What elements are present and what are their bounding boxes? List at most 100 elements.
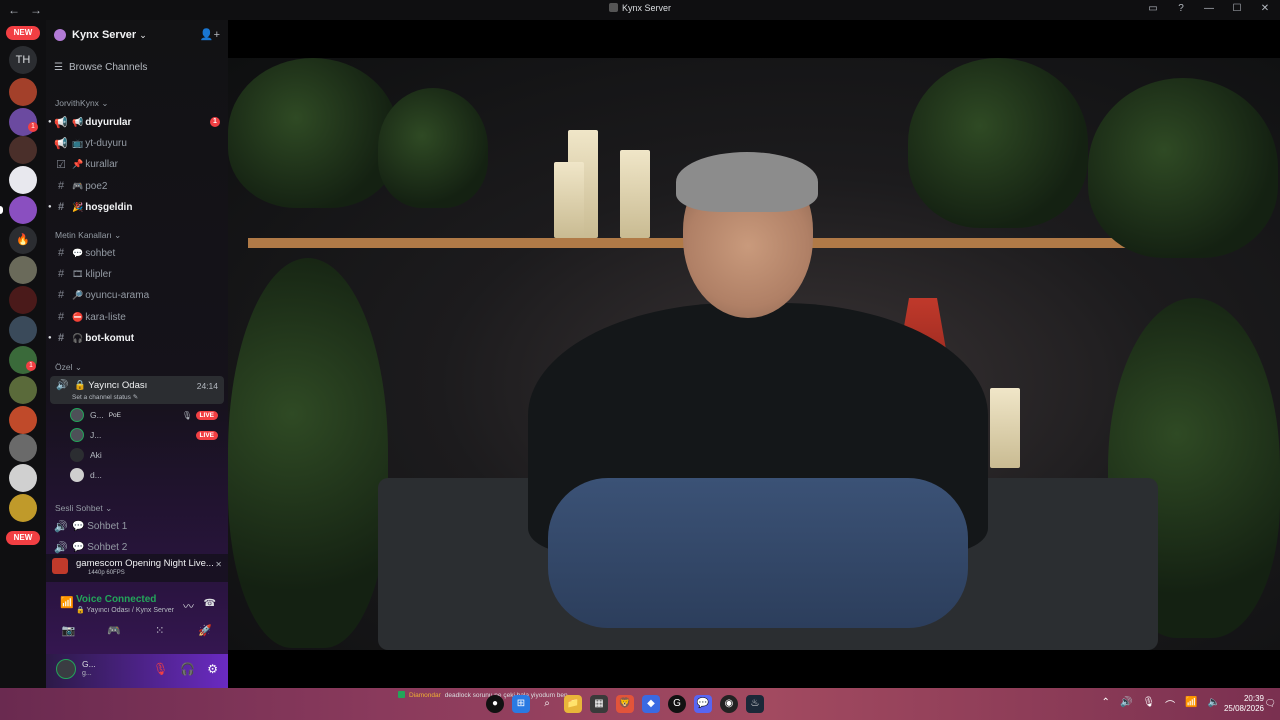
activity-tag: PoE: [108, 411, 121, 419]
volume-icon[interactable]: 🔊: [1120, 697, 1132, 712]
plant: [1088, 78, 1278, 258]
obs-icon[interactable]: ◉: [720, 695, 738, 713]
user-panel: G... g... 🎙 🎧 ⚙: [46, 654, 228, 688]
voice-connected-title[interactable]: Voice Connected: [76, 594, 156, 605]
avatar[interactable]: [56, 659, 76, 679]
announcement-icon: 📢: [54, 116, 68, 129]
server-icon-kynx[interactable]: [9, 196, 37, 224]
noise-suppression-icon[interactable]: 〰: [183, 598, 194, 614]
channel-yt-duyuru[interactable]: 📢 📺 yt-duyuru: [54, 134, 224, 152]
soundboard-icon[interactable]: 🚀: [193, 624, 217, 637]
discord-icon[interactable]: 💬: [694, 695, 712, 713]
channel-bot-komut[interactable]: ● # 🎧 bot-komut: [48, 329, 224, 347]
category-ozel[interactable]: Özel ⌄: [55, 362, 82, 373]
server-icon-3[interactable]: [9, 136, 37, 164]
new-badge: NEW: [6, 531, 40, 545]
app-icon[interactable]: ◆: [642, 695, 660, 713]
close-icon[interactable]: ✕: [215, 560, 222, 569]
category-jorvithkynx[interactable]: JorvithKynx ⌄: [55, 98, 108, 109]
voice-action-buttons: 📷 🎮 ⁙ 🚀: [46, 624, 228, 637]
voice-timer: 24:14: [196, 381, 218, 391]
notification-icon[interactable]: 🗨: [1265, 698, 1276, 709]
help-icon[interactable]: ?: [1174, 3, 1188, 14]
stream-footer: [228, 650, 1280, 688]
headset-icon[interactable]: 🎧: [180, 662, 195, 676]
channel-duyurular[interactable]: ● 📢 📢 duyurular 1: [48, 113, 224, 131]
voice-connected-icon: 🔊: [56, 380, 69, 391]
server-icon-8[interactable]: [9, 316, 37, 344]
app-icon[interactable]: ▦: [590, 695, 608, 713]
inbox-icon[interactable]: ▭: [1146, 3, 1160, 14]
server-header[interactable]: Kynx Server ⌄ 👤+: [46, 20, 228, 50]
speaker-icon[interactable]: 🔈: [1208, 697, 1220, 712]
invite-icon[interactable]: 👤+: [200, 28, 220, 41]
voice-user[interactable]: G... PoE 🎙 LIVE: [70, 406, 224, 424]
stream-video[interactable]: [228, 58, 1280, 650]
g-hub-icon[interactable]: G: [668, 695, 686, 713]
search-icon[interactable]: ⌕: [538, 695, 556, 713]
voice-channel-yayinci-odasi[interactable]: 🔊 🔒 Yayıncı Odası Set a channel status ✎…: [50, 376, 224, 404]
category-sesli-sohbet[interactable]: Sesli Sohbet ⌄: [55, 503, 112, 514]
mic-muted-icon[interactable]: 🎙: [153, 662, 168, 676]
camera-icon[interactable]: 📷: [57, 624, 81, 637]
server-icon-6[interactable]: [9, 256, 37, 284]
server-icon-5[interactable]: 🔥: [9, 226, 37, 254]
clock[interactable]: 20:39 25/08/2026: [1224, 694, 1264, 714]
server-icon-11[interactable]: [9, 406, 37, 434]
server-icon-12[interactable]: [9, 434, 37, 462]
server-icon-10[interactable]: [9, 376, 37, 404]
server-icon-14[interactable]: [9, 494, 37, 522]
start-icon[interactable]: ⊞: [512, 695, 530, 713]
steam-icon[interactable]: ♨: [746, 695, 764, 713]
close-button[interactable]: ✕: [1258, 3, 1272, 14]
activities-icon[interactable]: ⁙: [148, 624, 172, 637]
server-icon-7[interactable]: [9, 286, 37, 314]
plant: [908, 58, 1088, 228]
channel-poe2[interactable]: # 🎮 poe2: [54, 177, 224, 195]
channel-kurallar[interactable]: ☑ 📌 kurallar: [54, 155, 224, 173]
hash-icon: #: [57, 268, 65, 280]
stream-quality: 1440p 60FPS: [88, 570, 125, 576]
live-badge[interactable]: LIVE: [195, 410, 218, 420]
tray-expand-icon[interactable]: ⌃: [1102, 697, 1110, 712]
voice-connected-panel: 📶 Voice Connected 🔒 Yayıncı Odası / Kynx…: [46, 590, 228, 650]
channel-oyuncu-arama[interactable]: # 🔎 oyuncu-arama: [54, 286, 224, 304]
disconnect-icon[interactable]: ☎: [204, 598, 216, 609]
microphone-icon[interactable]: 🎙: [1142, 697, 1155, 712]
signal-icon[interactable]: 📶: [60, 596, 74, 609]
settings-gear-icon[interactable]: ⚙: [207, 662, 218, 676]
live-badge[interactable]: LIVE: [195, 430, 218, 440]
server-icon-4[interactable]: [9, 166, 37, 194]
server-icon-1[interactable]: [9, 78, 37, 106]
system-tray: ⌃ 🔊 🎙 ⌒ 📶 🔈: [1102, 697, 1220, 712]
hash-icon: #: [57, 289, 65, 301]
plant: [378, 88, 488, 208]
minimize-button[interactable]: —: [1202, 3, 1216, 14]
browse-channels[interactable]: ☰ Browse Channels: [54, 62, 147, 73]
server-rail: NEW TH 1 🔥 1 NEW: [0, 20, 46, 688]
server-th[interactable]: TH: [9, 46, 37, 74]
voice-user[interactable]: d...: [70, 466, 224, 484]
username[interactable]: G...: [82, 659, 96, 669]
channel-sohbet[interactable]: # 💬 sohbet: [54, 244, 224, 262]
app-tray-icon[interactable]: ⌒: [1165, 697, 1175, 712]
stream-activity[interactable]: gamescom Opening Night Live... 1440p 60F…: [46, 554, 228, 582]
speaker-icon: 🔊: [54, 520, 68, 533]
voice-user[interactable]: J... LIVE: [70, 426, 224, 444]
brave-browser-icon[interactable]: 🦁: [616, 695, 634, 713]
channel-hosgeldin[interactable]: ● # 🎉 hoşgeldin: [48, 198, 224, 216]
voice-channel-sohbet-1[interactable]: 🔊 💬 Sohbet 1: [54, 517, 224, 535]
file-explorer-icon[interactable]: 📁: [564, 695, 582, 713]
channel-status[interactable]: Set a channel status ✎: [72, 393, 138, 401]
maximize-button[interactable]: ☐: [1230, 3, 1244, 14]
category-metin-kanallari[interactable]: Metin Kanalları ⌄: [55, 230, 121, 241]
channel-klipler[interactable]: # 🎞 klipler: [54, 265, 224, 283]
network-icon[interactable]: 📶: [1185, 697, 1197, 712]
app-icon[interactable]: ●: [486, 695, 504, 713]
voice-connected-location[interactable]: 🔒 Yayıncı Odası / Kynx Server: [76, 606, 174, 614]
voice-user[interactable]: Aki: [70, 446, 224, 464]
channel-kara-liste[interactable]: # ⛔ kara-liste: [54, 308, 224, 326]
screen-share-icon[interactable]: 🎮: [102, 624, 126, 637]
server-icon-13[interactable]: [9, 464, 37, 492]
window-title: Kynx Server: [0, 3, 1280, 13]
